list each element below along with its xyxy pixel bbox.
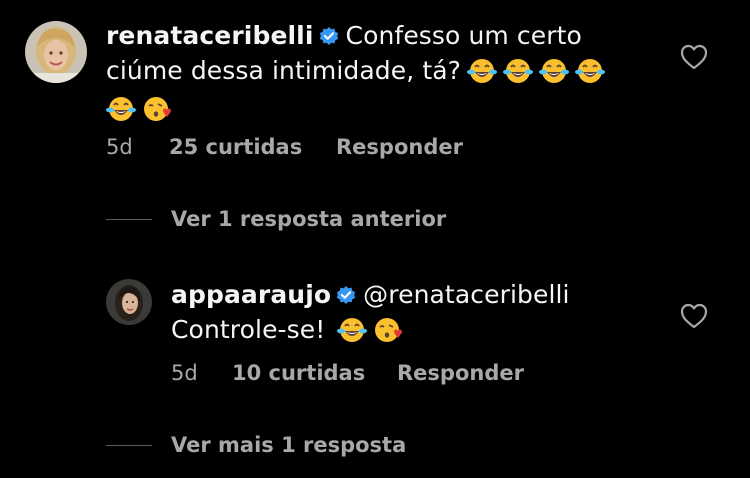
comment-line-2: ciúme dessa intimidade, tá? <box>106 55 626 93</box>
comment-line-1: renataceribelli Confesso um certo <box>106 20 626 55</box>
face-with-tears-of-joy-icon <box>503 57 534 93</box>
comment-time: 5d <box>106 135 133 159</box>
comment-text: Controle-se! <box>171 315 326 344</box>
comment-username[interactable]: appaaraujo <box>171 280 331 309</box>
verified-badge-icon <box>318 23 340 55</box>
comment-body: renataceribelli Confesso um certo ciúme d… <box>106 20 626 125</box>
avatar[interactable] <box>25 21 87 83</box>
comment-meta: 5d 25 curtidas Responder <box>106 134 526 160</box>
likes-count-link[interactable]: 10 curtidas <box>232 360 365 386</box>
face-with-tears-of-joy-icon <box>575 57 606 93</box>
comment-line-2: Controle-se! <box>171 314 651 352</box>
avatar[interactable] <box>106 279 152 325</box>
reply-button[interactable]: Responder <box>336 134 463 160</box>
comments-screen: renataceribelli Confesso um certo ciúme d… <box>0 0 750 478</box>
heart-outline-icon[interactable] <box>680 303 708 329</box>
face-blowing-a-kiss-icon <box>373 316 403 352</box>
mention-link[interactable]: @renataceribelli <box>363 280 569 309</box>
face-with-tears-of-joy-icon <box>337 316 368 352</box>
comment-body: appaaraujo @renataceribelli Controle-se! <box>171 279 651 352</box>
view-previous-reply-link[interactable]: Ver 1 resposta anterior <box>171 206 446 232</box>
avatar-appaaraujo-image <box>106 279 152 325</box>
comment-line-1: appaaraujo @renataceribelli <box>171 279 651 314</box>
comment-line-3 <box>106 93 626 125</box>
avatar-renataceribelli-image <box>25 21 87 83</box>
heart-outline-icon[interactable] <box>680 44 708 70</box>
comment-username[interactable]: renataceribelli <box>106 21 314 50</box>
replies-divider <box>106 219 152 220</box>
comment-meta: 5d 10 curtidas Responder <box>171 360 571 386</box>
comment-time: 5d <box>171 361 198 385</box>
likes-count-link[interactable]: 25 curtidas <box>169 134 302 160</box>
face-blowing-a-kiss-icon <box>142 95 172 131</box>
comment-text-line-2: ciúme dessa intimidade, tá? <box>106 56 462 85</box>
replies-divider <box>106 445 152 446</box>
face-with-tears-of-joy-icon <box>106 95 136 131</box>
view-more-replies-link[interactable]: Ver mais 1 resposta <box>171 432 406 458</box>
face-with-tears-of-joy-icon <box>539 57 570 93</box>
reply-button[interactable]: Responder <box>397 360 524 386</box>
verified-badge-icon <box>335 282 357 314</box>
comment-text-line-1: Confesso um certo <box>345 21 582 50</box>
face-with-tears-of-joy-icon <box>467 57 498 93</box>
